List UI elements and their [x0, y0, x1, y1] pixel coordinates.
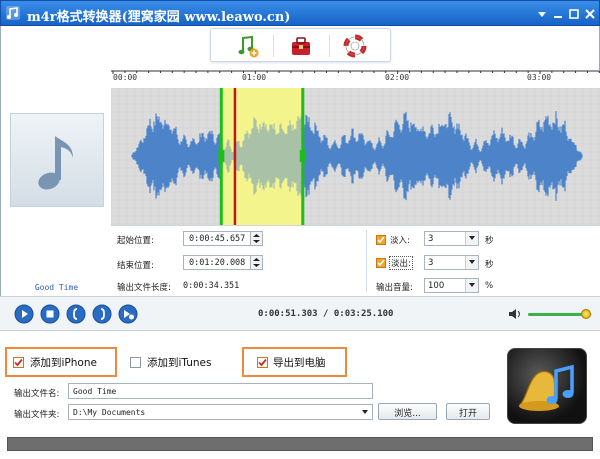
toolbar-separator	[329, 35, 330, 57]
waveform-view[interactable]	[111, 88, 600, 225]
browse-button[interactable]: 浏览...	[378, 403, 437, 420]
playhead[interactable]	[233, 88, 237, 225]
add-itunes-checkbox[interactable]	[130, 357, 141, 368]
fade-in-checkbox[interactable]	[376, 235, 386, 245]
toolbar-separator	[273, 35, 274, 57]
window-title: m4r格式转换器(狸窝家园 www.leawo.cn)	[27, 10, 291, 25]
folder-value: D:\My Documents	[73, 408, 146, 417]
ruler-label: 02:00	[385, 73, 410, 82]
start-time-spinner[interactable]	[250, 231, 263, 246]
export-pc-checkbox[interactable]	[257, 357, 268, 368]
volume-slider-fill	[528, 313, 586, 316]
checkmark-icon	[377, 236, 385, 244]
play-selection-icon[interactable]	[118, 304, 138, 324]
mark-start-icon[interactable]	[66, 304, 86, 324]
folder-select[interactable]: D:\My Documents	[68, 404, 373, 420]
play-icon[interactable]	[14, 304, 34, 324]
waveform-path	[131, 111, 583, 201]
lifebuoy-icon[interactable]	[343, 34, 367, 58]
end-label: 结束位置:	[117, 261, 154, 271]
divider	[366, 230, 367, 292]
speaker-icon[interactable]	[508, 307, 522, 321]
selection-start-marker-handle[interactable]	[218, 150, 225, 162]
checkmark-icon	[258, 358, 267, 367]
stop-icon[interactable]	[40, 304, 60, 324]
minimize-icon[interactable]	[551, 7, 565, 21]
folder-label: 输出文件夹:	[14, 410, 60, 420]
volume-slider-knob[interactable]	[580, 309, 591, 319]
length-value: 0:00:34.351	[183, 281, 240, 291]
selection-end-marker-handle[interactable]	[299, 150, 306, 162]
waveform[interactable]	[111, 88, 600, 225]
selection-tint	[221, 88, 303, 225]
time-display: 0:00:51.303 / 0:03:25.100	[258, 309, 394, 319]
music-note-icon	[38, 136, 73, 190]
album-art	[10, 113, 104, 207]
fade-in-label: 淡入:	[390, 236, 410, 246]
time-ruler: 00:00 01:00 02:00 03:00	[111, 70, 600, 88]
dropdown-arrow-icon	[465, 232, 478, 245]
spin-arrows-icon	[253, 234, 260, 243]
add-iphone-label[interactable]: 添加到iPhone	[30, 355, 97, 370]
volume-unit: %	[485, 281, 494, 291]
title-bar: m4r格式转换器(狸窝家园 www.leawo.cn)	[0, 0, 600, 26]
start-time-field[interactable]: 0:00:45.657	[183, 231, 251, 246]
app-icon	[6, 6, 20, 20]
fade-in-unit: 秒	[485, 236, 494, 246]
volume-slider-track[interactable]	[528, 309, 592, 319]
add-iphone-checkbox[interactable]	[13, 357, 24, 368]
fade-out-select[interactable]: 3	[424, 255, 479, 270]
volume-label: 输出音量:	[376, 283, 413, 293]
fade-out-checkbox[interactable]	[376, 258, 386, 268]
fade-out-label: 淡出:	[389, 256, 413, 270]
fade-in-value: 3	[428, 234, 434, 244]
fade-out-unit: 秒	[485, 260, 494, 270]
toolbar-band	[0, 26, 600, 70]
filename-input[interactable]: Good Time	[68, 383, 373, 399]
ruler-label: 03:00	[527, 73, 552, 82]
ruler-label: 01:00	[242, 73, 267, 82]
trim-controls: 起始位置: 0:00:45.657 结束位置: 0:01:20.008 输出文件…	[111, 225, 600, 296]
toolbar	[210, 28, 391, 62]
end-time-field[interactable]: 0:01:20.008	[183, 255, 251, 270]
spin-arrows-icon	[253, 258, 260, 267]
track-panel: Good Time	[0, 70, 111, 296]
music-add-icon[interactable]	[235, 34, 259, 58]
checkmark-icon	[14, 358, 23, 367]
track-caption: Good Time	[34, 283, 79, 292]
dropdown-arrow-icon	[465, 279, 478, 292]
fade-in-select[interactable]: 3	[424, 231, 479, 246]
length-label: 输出文件长度:	[117, 283, 171, 293]
convert-button[interactable]	[507, 348, 587, 424]
filename-label: 输出文件名:	[14, 389, 60, 399]
open-button[interactable]: 打开	[446, 403, 490, 420]
playback-bar: 0:00:51.303 / 0:03:25.100	[0, 296, 600, 331]
dropdown-arrow-icon	[359, 406, 371, 418]
ruler-label: 00:00	[113, 73, 138, 82]
volume-value: 100	[428, 281, 445, 291]
checkmark-icon	[377, 259, 385, 267]
add-itunes-label[interactable]: 添加到iTunes	[147, 355, 211, 370]
end-time-spinner[interactable]	[250, 255, 263, 270]
status-bar	[7, 437, 593, 451]
toolbox-icon[interactable]	[289, 34, 313, 58]
export-pc-label[interactable]: 导出到电脑	[273, 355, 326, 370]
mark-end-icon[interactable]	[92, 304, 112, 324]
bell-music-icon	[518, 364, 574, 411]
fade-out-value: 3	[428, 258, 434, 268]
dropdown-arrow-icon	[465, 256, 478, 269]
maximize-icon[interactable]	[567, 7, 581, 21]
start-label: 起始位置:	[117, 236, 154, 246]
close-icon[interactable]	[583, 7, 597, 21]
menu-arrow-icon[interactable]	[535, 7, 549, 21]
volume-select[interactable]: 100	[424, 278, 479, 293]
